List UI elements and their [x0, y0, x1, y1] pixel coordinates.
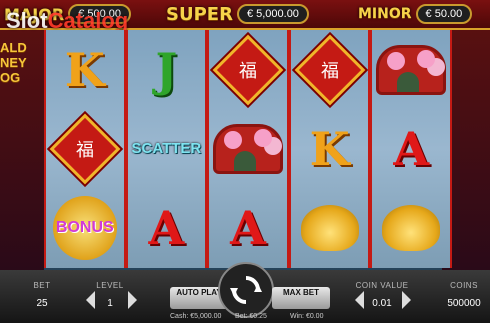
- symbol-a: A: [230, 201, 266, 256]
- super-jackpot-label: SUPER: [166, 3, 233, 25]
- game-title: ALD NEY OG: [0, 40, 27, 85]
- max-bet-button[interactable]: MAX BET: [272, 287, 330, 309]
- scatter-icon: SCATTER: [131, 140, 202, 158]
- reel-1: K 福 BONUS: [46, 30, 124, 268]
- level-increase-arrow-icon[interactable]: [128, 291, 137, 309]
- coins-label: COINS: [450, 281, 478, 290]
- level-cell: LEVEL 1: [96, 281, 124, 309]
- symbol-kite: 福: [49, 113, 121, 185]
- bet-readout: Bet: €0.25: [235, 313, 267, 320]
- symbol-a: A: [148, 201, 185, 256]
- coin-value-increase-arrow-icon[interactable]: [402, 291, 411, 309]
- symbol-a: A: [393, 121, 430, 176]
- symbol-kite: 福: [212, 34, 284, 106]
- bonus-icon: BONUS: [52, 196, 117, 261]
- symbol-j: J: [155, 42, 178, 97]
- minor-jackpot-label: MINOR: [358, 6, 412, 22]
- watermark-slot: Slot: [6, 8, 48, 33]
- symbol-gold-ingot: [294, 192, 366, 264]
- reel-4: 福 K: [290, 30, 369, 268]
- coins-cell: COINS 500000: [440, 281, 488, 309]
- spin-arrows-icon: [230, 276, 262, 304]
- bet-cell: BET 25: [28, 281, 56, 309]
- minor-jackpot: MINOR € 50.00: [358, 3, 473, 25]
- super-jackpot-value: € 5,000.00: [236, 4, 309, 24]
- level-label: LEVEL: [96, 281, 124, 290]
- level-decrease-arrow-icon[interactable]: [86, 291, 95, 309]
- kite-icon: 福: [212, 34, 284, 106]
- reel-area: K 福 BONUS J SCATTER A 福 A 福 K A: [44, 30, 452, 268]
- symbol-scatter: SCATTER: [130, 113, 202, 185]
- win-readout: Win: €0.00: [290, 313, 324, 320]
- reel-3: 福 A: [209, 30, 287, 268]
- symbol-k: K: [64, 42, 105, 97]
- symbol-kite: 福: [294, 34, 366, 106]
- kite-icon: 福: [49, 113, 121, 185]
- gold-ingot-icon: [300, 205, 359, 252]
- level-value: 1: [107, 298, 113, 309]
- kite-icon: 福: [294, 34, 365, 106]
- symbol-bridge: [212, 113, 284, 185]
- symbol-bridge: [375, 34, 447, 106]
- bet-label: BET: [33, 281, 51, 290]
- coins-value: 500000: [447, 298, 481, 309]
- reel-2: J SCATTER A: [127, 30, 206, 268]
- bet-value: 25: [36, 298, 48, 309]
- reel-5: A: [372, 30, 450, 268]
- gold-ingot-icon: [382, 205, 441, 252]
- cash-readout: Cash: €5,000.00: [170, 313, 222, 320]
- bridge-icon: [212, 123, 283, 174]
- coin-value-label: COIN VALUE: [355, 281, 409, 290]
- super-jackpot: SUPER € 5,000.00: [166, 3, 309, 25]
- symbol-k: K: [309, 121, 350, 176]
- symbol-bonus: BONUS: [49, 192, 121, 264]
- spin-button[interactable]: [218, 262, 274, 318]
- game-background: MAJOR € 500.00 SUPER € 5,000.00 MINOR € …: [0, 0, 490, 323]
- minor-jackpot-value: € 50.00: [415, 4, 473, 24]
- symbol-gold-ingot: [375, 192, 447, 264]
- bridge-icon: [376, 44, 447, 95]
